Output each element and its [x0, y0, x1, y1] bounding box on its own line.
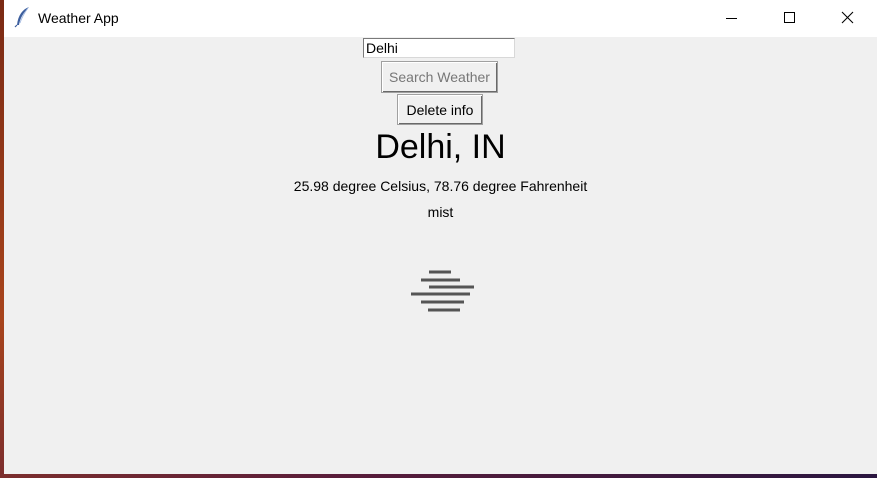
location-label: Delhi, IN [375, 128, 506, 166]
mist-icon [411, 270, 474, 312]
minimize-button[interactable] [703, 0, 761, 37]
close-button[interactable] [819, 0, 877, 37]
maximize-button[interactable] [761, 0, 819, 37]
search-weather-button[interactable]: Search Weather [381, 61, 498, 93]
minimize-icon [726, 18, 737, 19]
feather-icon [14, 7, 29, 28]
city-input[interactable] [363, 38, 515, 58]
close-icon [841, 11, 854, 24]
temperature-label: 25.98 degree Celsius, 78.76 degree Fahre… [293, 178, 588, 194]
title-bar[interactable]: Weather App [4, 0, 877, 37]
maximize-icon [784, 12, 795, 23]
window-title: Weather App [38, 10, 119, 26]
condition-label: mist [427, 204, 454, 220]
app-window: Weather App Search Weather Delete info D… [4, 0, 877, 474]
delete-info-button[interactable]: Delete info [397, 94, 483, 125]
